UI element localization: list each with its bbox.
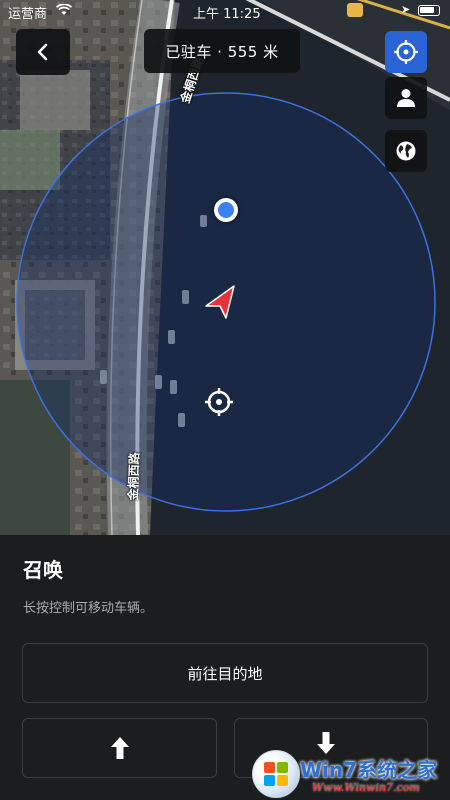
satellite-map: [0, 0, 450, 535]
street-label-bottom: 金桐西路: [125, 452, 142, 501]
map-view[interactable]: 金桐西路 金桐西路: [0, 0, 450, 535]
parked-distance-title: 已驻车 · 555 米: [144, 29, 300, 73]
windows-logo-icon: [252, 750, 300, 798]
wifi-icon: [56, 4, 72, 15]
person-icon: [397, 89, 415, 107]
camera-indicator-icon: [347, 3, 363, 17]
go-to-destination-button[interactable]: 前往目的地: [22, 643, 428, 703]
summon-heading: 召唤: [23, 558, 63, 582]
target-crosshair-icon[interactable]: [204, 387, 234, 417]
status-time: 上午 11:25: [193, 7, 261, 22]
status-bar: 运营商 上午 11:25 ➤: [0, 0, 450, 24]
recenter-button[interactable]: [385, 31, 427, 73]
summon-description: 长按控制可移动车辆。: [23, 601, 154, 616]
arrow-up-icon: [110, 737, 129, 759]
navigation-arrow-icon: [205, 285, 235, 319]
go-to-destination-label: 前往目的地: [187, 664, 263, 683]
chevron-left-icon: [37, 43, 48, 61]
back-button[interactable]: [16, 29, 70, 75]
location-services-icon: ➤: [401, 3, 411, 16]
battery-icon: [418, 5, 440, 16]
crosshair-icon: [394, 40, 418, 64]
carrier-label: 运营商: [8, 7, 48, 22]
watermark-brand: Win7系统之家: [300, 758, 438, 782]
watermark-url: Www.Winwin7.com: [312, 781, 420, 794]
location-dot-icon: [214, 198, 238, 222]
move-forward-button[interactable]: [22, 718, 217, 778]
globe-icon: [396, 141, 416, 161]
satellite-view-button[interactable]: [385, 130, 427, 172]
person-location-button[interactable]: [385, 77, 427, 119]
site-watermark: Win7系统之家 Www.Winwin7.com: [250, 748, 450, 800]
